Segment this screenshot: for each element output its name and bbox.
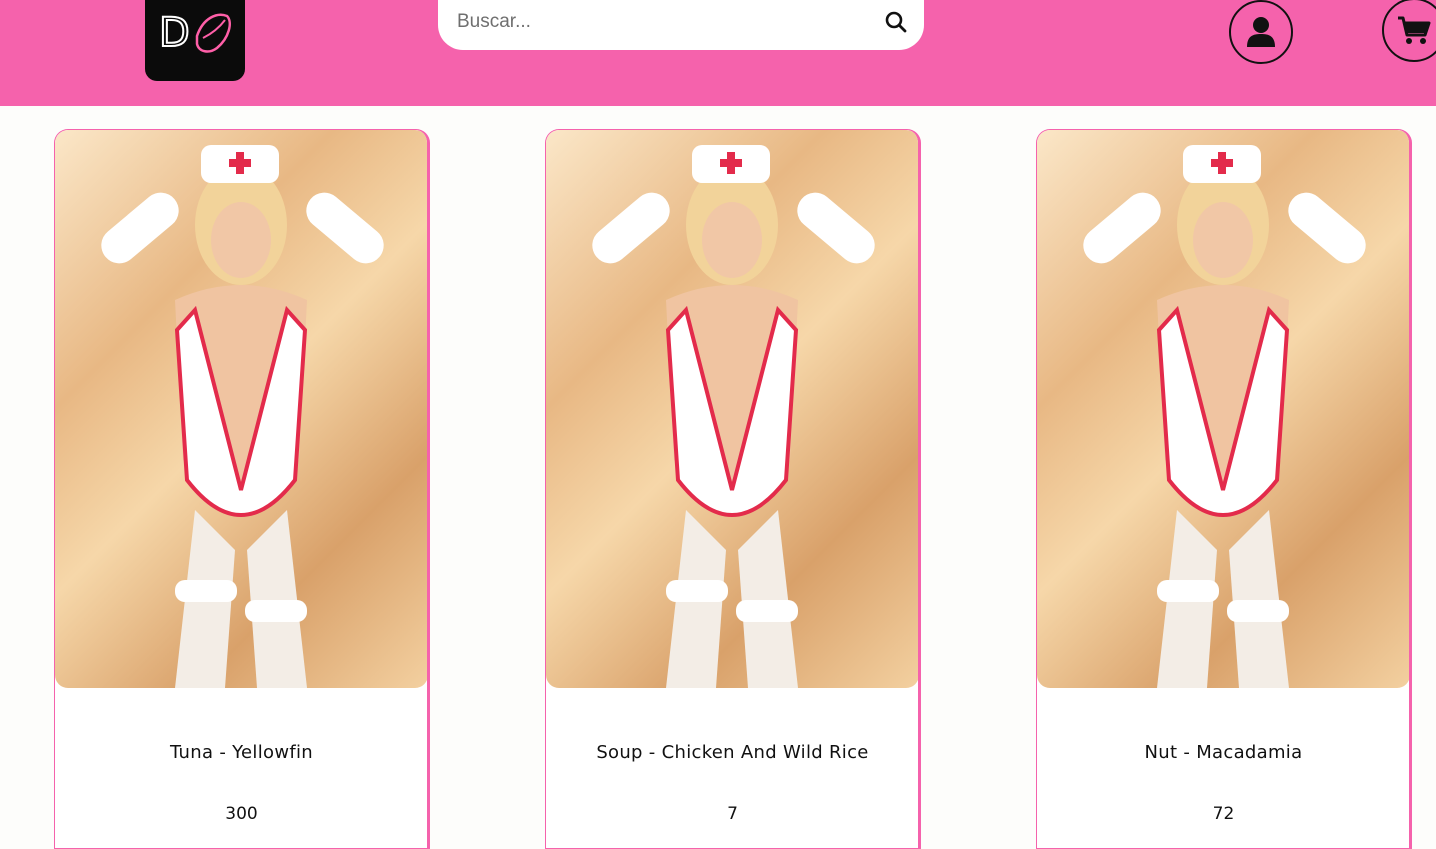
- cart-button[interactable]: [1382, 0, 1436, 62]
- product-photo: [101, 145, 384, 688]
- site-logo[interactable]: D: [145, 0, 245, 81]
- product-photo: [592, 145, 875, 688]
- product-name[interactable]: Nut - Macadamia: [1037, 742, 1409, 763]
- cart-icon: [1398, 16, 1431, 44]
- search-input[interactable]: [457, 5, 857, 45]
- product-name[interactable]: Soup - Chicken And Wild Rice: [546, 742, 918, 763]
- search-icon[interactable]: [884, 10, 908, 38]
- search-bar: [438, 0, 924, 50]
- user-icon: [1247, 17, 1275, 47]
- product-card[interactable]: Soup - Chicken And Wild Rice 7: [545, 129, 921, 849]
- account-button[interactable]: [1229, 0, 1293, 64]
- site-header: D: [0, 0, 1436, 106]
- product-image[interactable]: [55, 130, 427, 688]
- logo-letter: D: [159, 10, 190, 56]
- product-price: 7: [727, 804, 738, 824]
- product-price: 300: [225, 804, 258, 824]
- product-price: 72: [1212, 804, 1235, 824]
- lips-icon: D: [159, 9, 231, 57]
- product-image[interactable]: [546, 130, 918, 688]
- product-name[interactable]: Tuna - Yellowfin: [55, 742, 427, 763]
- product-photo: [1083, 145, 1366, 688]
- product-card[interactable]: Tuna - Yellowfin 300: [54, 129, 430, 849]
- product-card[interactable]: Nut - Macadamia 72: [1036, 129, 1412, 849]
- product-image[interactable]: [1037, 130, 1409, 688]
